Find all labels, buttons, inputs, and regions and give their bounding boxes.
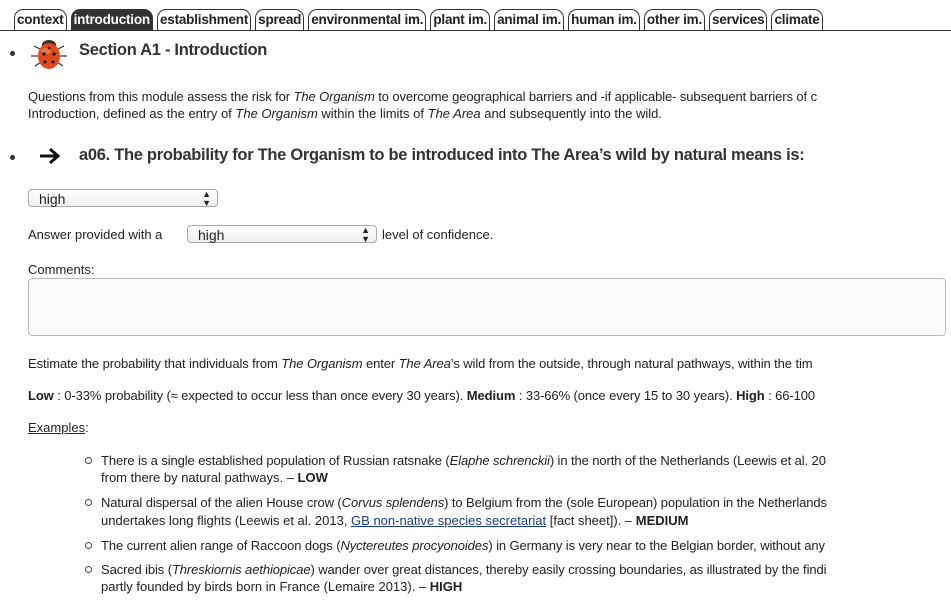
tab-human-impact[interactable]: human im.: [568, 9, 640, 30]
ladybug-icon: [31, 40, 67, 69]
answer-value: high: [39, 191, 66, 207]
intro-line-1: Questions from this module assess the ri…: [28, 89, 817, 104]
question-title: a06. The probability for The Organism to…: [79, 146, 805, 164]
tab-plant-impact[interactable]: plant im.: [430, 9, 491, 30]
example-item-cont: from there by natural pathways. – LOW: [101, 470, 328, 485]
select-arrows-icon: ▲ ▼: [202, 189, 211, 208]
example-item: There is a single established population…: [101, 453, 826, 468]
confidence-suffix: level of confidence.: [382, 227, 494, 242]
examples-heading: Examples:: [28, 420, 89, 435]
comments-textarea[interactable]: [28, 278, 946, 336]
bullet: [85, 457, 92, 464]
bullet: [10, 51, 15, 56]
tab-environmental-impact[interactable]: environmental im.: [308, 9, 427, 30]
tab-other-impact[interactable]: other im.: [643, 9, 706, 30]
bullet: [10, 155, 15, 160]
gb-nnss-link[interactable]: GB non-native species secretariat: [351, 513, 546, 528]
confidence-value: high: [198, 227, 225, 243]
example-item: The current alien range of Raccoon dogs …: [101, 538, 825, 553]
tab-services[interactable]: services: [709, 9, 768, 30]
tab-establishment[interactable]: establishment: [156, 9, 252, 30]
tab-context[interactable]: context: [14, 9, 67, 30]
example-item: Sacred ibis (Threskiornis aethiopicae) w…: [101, 562, 827, 577]
tab-animal-impact[interactable]: animal im.: [494, 9, 565, 30]
confidence-select[interactable]: high ▲ ▼: [187, 225, 377, 244]
tab-climate[interactable]: climate: [771, 9, 823, 30]
tab-introduction[interactable]: introduction: [70, 9, 153, 30]
tab-spread[interactable]: spread: [255, 9, 305, 30]
module-tabs: context introduction establishment spread en…: [0, 9, 951, 31]
arrow-right-icon: [40, 147, 61, 165]
section-title: Section A1 - Introduction: [79, 41, 268, 59]
probability-scale: Low : 0-33% probability (≈ expected to o…: [28, 388, 816, 403]
estimate-text: Estimate the probability that individual…: [28, 356, 813, 371]
intro-line-2: Introduction, defined as the entry of Th…: [28, 106, 663, 121]
example-item: Natural dispersal of the alien House cro…: [101, 495, 827, 510]
bullet: [85, 542, 92, 549]
bullet: [85, 499, 92, 506]
confidence-prefix: Answer provided with a: [28, 227, 163, 242]
comments-label: Comments:: [28, 262, 95, 277]
example-item-cont: partly founded by birds born in France (…: [101, 579, 463, 594]
answer-select[interactable]: high ▲ ▼: [28, 189, 218, 208]
bullet: [85, 566, 92, 573]
example-item-cont: undertakes long flights (Leewis et al. 2…: [101, 513, 689, 528]
select-arrows-icon: ▲ ▼: [361, 225, 370, 244]
